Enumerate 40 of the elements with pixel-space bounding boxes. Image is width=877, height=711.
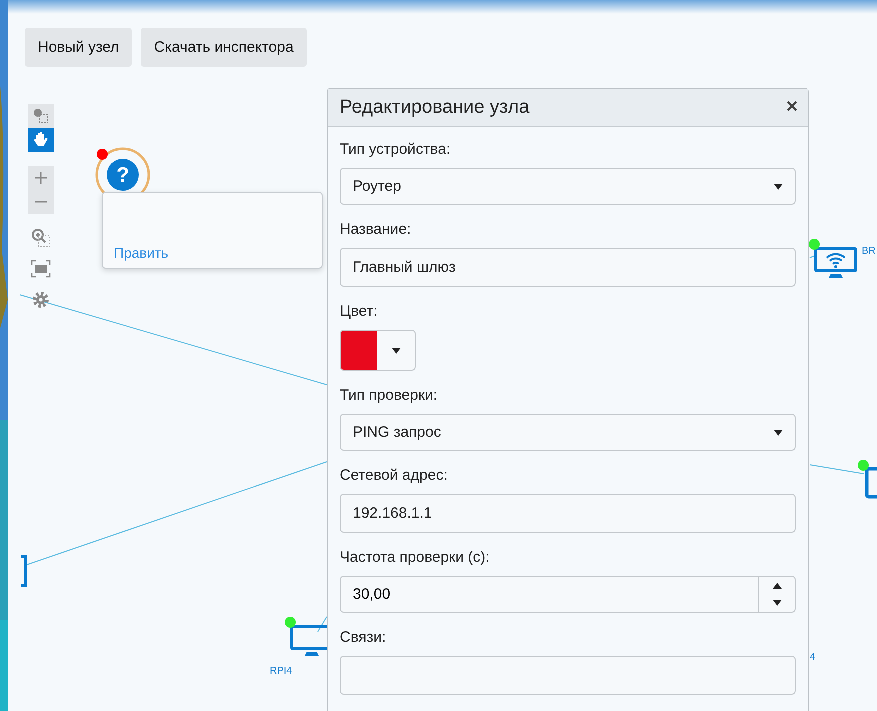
device-icon[interactable] xyxy=(20,555,28,587)
caret-icon xyxy=(772,600,782,606)
number-field[interactable]: 30,00 xyxy=(340,576,796,613)
field-label: Цвет: xyxy=(340,303,379,320)
field-label: Тип устройства: xyxy=(340,141,452,158)
fit-view-icon[interactable] xyxy=(31,260,51,278)
field-label: Название: xyxy=(340,221,412,238)
select-tool-button[interactable] xyxy=(28,104,54,128)
select-field[interactable]: PING запрос xyxy=(340,414,796,451)
toolbar-button[interactable]: Скачать инспектора xyxy=(141,28,307,67)
color-picker[interactable] xyxy=(340,330,416,371)
link-line xyxy=(810,464,864,474)
wifi-monitor-icon[interactable] xyxy=(814,247,858,279)
select-icon xyxy=(33,108,49,124)
node-label: BR xyxy=(862,246,876,257)
input-field[interactable]: 192.168.1.1 xyxy=(340,494,796,533)
caret-icon xyxy=(774,184,783,190)
caret-icon xyxy=(392,348,400,354)
node-label: RPI4 xyxy=(270,666,292,677)
field-label: Связи: xyxy=(340,629,388,646)
close-button[interactable]: × xyxy=(786,96,798,119)
field-label: Тип проверки: xyxy=(340,387,439,404)
field-label: Сетевой адрес: xyxy=(340,467,449,484)
field-label: Частота проверки (с): xyxy=(340,549,491,566)
settings-icon[interactable] xyxy=(32,291,50,309)
link-line xyxy=(810,256,816,258)
device-icon[interactable] xyxy=(865,467,877,499)
plus-icon xyxy=(35,172,47,184)
link-line xyxy=(318,616,328,632)
dialog-title: Редактирование узла xyxy=(340,96,530,118)
hand-icon xyxy=(33,131,49,149)
node-label: 4 xyxy=(810,652,816,663)
caret-icon xyxy=(774,430,783,436)
pan-tool-button[interactable] xyxy=(28,128,54,152)
zoom-area-icon[interactable] xyxy=(31,228,51,248)
toolbar-button[interactable]: Новый узел xyxy=(25,28,132,67)
caret-icon xyxy=(772,582,782,589)
select-field[interactable]: Роутер xyxy=(340,168,796,205)
input-field[interactable] xyxy=(340,656,796,695)
input-field[interactable]: Главный шлюз xyxy=(340,248,796,287)
